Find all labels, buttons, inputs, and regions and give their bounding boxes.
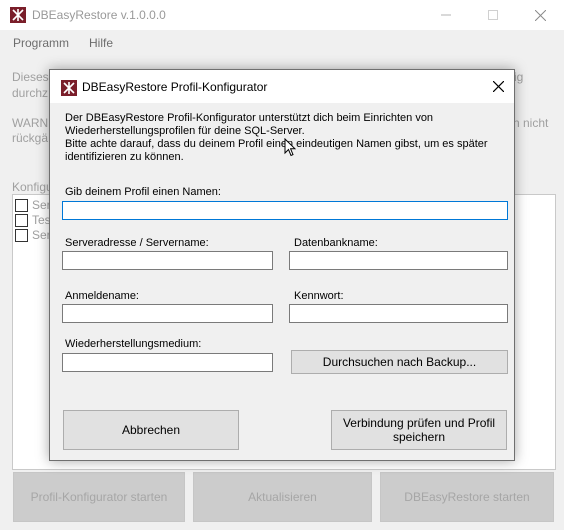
dialog-title-bar: DBEasyRestore Profil-Konfigurator <box>50 70 514 103</box>
info-line: Der DBEasyRestore Profil-Konfigurator un… <box>65 112 434 124</box>
checkbox[interactable] <box>15 198 28 212</box>
bg-warning-end: n nicht <box>513 116 549 130</box>
refresh-button[interactable]: Aktualisieren <box>193 472 372 522</box>
bg-description-line2: durchz <box>12 86 49 100</box>
list-item[interactable]: Tes <box>15 212 51 228</box>
profile-name-input[interactable] <box>62 201 508 220</box>
verify-and-save-button[interactable]: Verbindung prüfen und Profil speichern <box>331 410 507 450</box>
cancel-button[interactable]: Abbrechen <box>63 410 239 450</box>
list-item[interactable]: Ser <box>15 227 51 243</box>
maximize-icon[interactable] <box>470 0 516 30</box>
start-configurator-button[interactable]: Profil-Konfigurator starten <box>13 472 185 522</box>
verify-and-save-label-line1: Verbindung prüfen und Profil <box>342 416 496 430</box>
medium-input[interactable] <box>62 353 273 372</box>
info-line: Wiederherstellungsprofilen für deine SQL… <box>65 125 305 137</box>
list-item-label: Tes <box>32 213 51 227</box>
server-label: Serveradresse / Servername: <box>65 237 209 249</box>
dialog-close-icon[interactable] <box>482 70 514 103</box>
login-input[interactable] <box>62 304 273 323</box>
app-logo-icon <box>10 7 26 23</box>
checkbox[interactable] <box>15 213 28 227</box>
list-item[interactable]: Ser <box>15 197 51 213</box>
login-label: Anmeldename: <box>65 290 139 302</box>
database-label: Datenbankname: <box>294 237 378 249</box>
bg-config-label: Konfigu <box>12 180 53 194</box>
close-icon[interactable] <box>517 0 563 30</box>
minimize-icon[interactable] <box>423 0 469 30</box>
list-item-label: Ser <box>32 228 51 242</box>
menu-bar: Programm Hilfe <box>0 30 564 56</box>
dialog-title: DBEasyRestore Profil-Konfigurator <box>82 80 268 94</box>
profile-configurator-dialog: DBEasyRestore Profil-Konfigurator Der DB… <box>49 69 515 461</box>
medium-label: Wiederherstellungsmedium: <box>65 338 202 350</box>
menu-programm[interactable]: Programm <box>13 36 69 50</box>
password-input[interactable] <box>289 304 508 323</box>
password-label: Kennwort: <box>294 290 344 302</box>
list-item-label: Ser <box>32 198 51 212</box>
bg-description-line1: Dieses <box>12 70 49 84</box>
start-restore-button[interactable]: DBEasyRestore starten <box>380 472 554 522</box>
verify-and-save-label-line2: speichern <box>392 430 446 444</box>
menu-hilfe[interactable]: Hilfe <box>89 36 113 50</box>
app-logo-icon <box>61 80 77 96</box>
bg-warning-line2: rückgä <box>12 131 49 145</box>
profile-name-label: Gib deinem Profil einen Namen: <box>65 186 221 198</box>
title-bar: DBEasyRestore v.1.0.0.0 <box>0 0 564 30</box>
database-input[interactable] <box>289 251 508 270</box>
server-input[interactable] <box>62 251 273 270</box>
window-title: DBEasyRestore v.1.0.0.0 <box>32 8 166 22</box>
bg-description-end: ig <box>514 70 524 84</box>
mouse-cursor-icon <box>284 137 297 160</box>
bg-warning-line1: WARN <box>12 116 49 130</box>
browse-backup-button[interactable]: Durchsuchen nach Backup... <box>291 350 508 374</box>
checkbox[interactable] <box>15 228 28 242</box>
